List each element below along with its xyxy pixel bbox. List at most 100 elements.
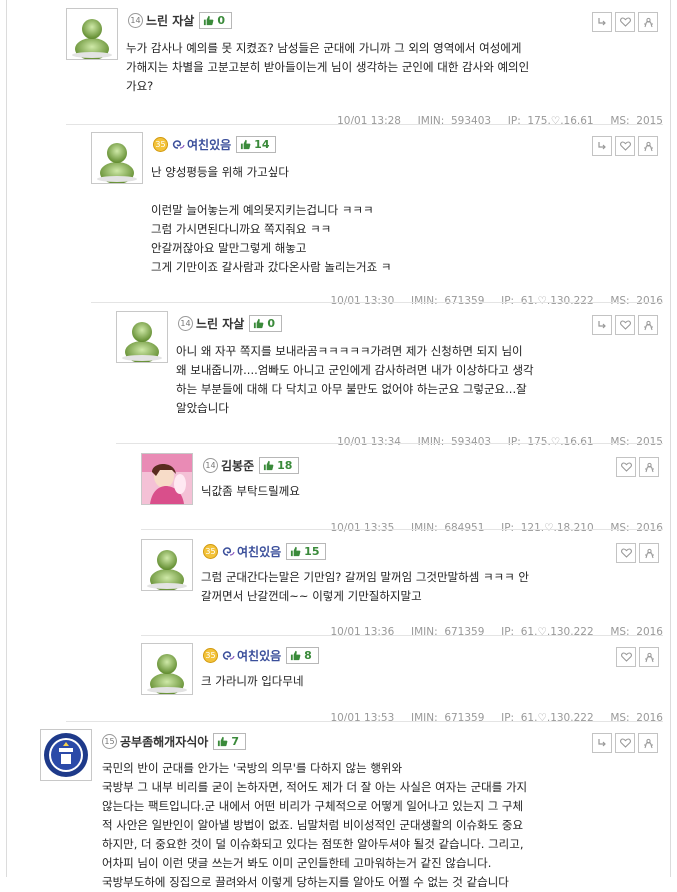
like-count: 15 — [304, 544, 320, 558]
comment: 14 느린 자살 0 아니 왜 자꾸 쪽지를 보내라곰ㅋㅋㅋㅋㅋ가려면 제가 신… — [116, 311, 669, 448]
thumbs-up-icon — [291, 650, 301, 660]
nickname[interactable]: 김봉준 — [221, 457, 254, 474]
nickname[interactable]: 여친있음 — [237, 543, 281, 560]
like-heart-button[interactable] — [615, 733, 635, 753]
avatar[interactable] — [40, 729, 92, 781]
avatar[interactable] — [66, 8, 118, 60]
reply-button[interactable] — [592, 733, 612, 753]
like-count: 8 — [304, 648, 312, 662]
heart-icon — [620, 462, 632, 472]
avatar[interactable] — [116, 311, 168, 363]
like-button[interactable]: 0 — [249, 314, 282, 332]
like-heart-button[interactable] — [616, 543, 636, 563]
comment-imin: IMIN: 671359 — [411, 295, 485, 307]
comment-date: 10/01 13:36 — [330, 626, 395, 638]
report-button[interactable] — [638, 136, 658, 156]
comment-ms: MS: 2015 — [610, 115, 663, 127]
thumbs-up-icon — [291, 546, 301, 556]
avatar[interactable] — [141, 453, 193, 505]
report-icon — [644, 652, 654, 662]
reply-icon — [598, 18, 606, 26]
university-emblem-icon — [41, 730, 91, 780]
reply-button[interactable] — [592, 12, 612, 32]
report-button[interactable] — [639, 647, 659, 667]
comment-imin: IMIN: 593403 — [417, 436, 492, 448]
nickname[interactable]: 여친있음 — [187, 136, 231, 153]
comment-ip: IP: 121.♡.18.210 — [501, 522, 594, 534]
divider — [116, 443, 663, 444]
comment-ip: IP: 175.♡.16.61 — [507, 436, 594, 448]
nickname[interactable]: 느린 자살 — [146, 12, 194, 29]
swirl-icon — [221, 646, 235, 665]
profile-photo — [142, 454, 192, 504]
divider — [141, 635, 663, 636]
comment-date: 10/01 13:35 — [330, 522, 395, 534]
comment-ms: MS: 2016 — [610, 626, 663, 638]
divider — [141, 529, 663, 530]
like-button[interactable]: 18 — [259, 456, 300, 474]
like-heart-button[interactable] — [616, 647, 636, 667]
like-button[interactable]: 0 — [199, 11, 232, 29]
thumbs-up-icon — [254, 318, 264, 328]
report-button[interactable] — [639, 543, 659, 563]
nickname[interactable]: 느린 자살 — [196, 315, 244, 332]
like-heart-button[interactable] — [616, 457, 636, 477]
like-button[interactable]: 15 — [286, 542, 327, 560]
like-heart-button[interactable] — [615, 315, 635, 335]
swirl-icon — [171, 135, 185, 154]
comment-date: 10/01 13:30 — [330, 295, 395, 307]
like-button[interactable]: 7 — [213, 732, 246, 750]
report-button[interactable] — [638, 733, 658, 753]
level-badge-icon: 15 — [102, 733, 117, 749]
level-badge-icon: 35 — [153, 136, 168, 152]
avatar[interactable] — [91, 132, 143, 184]
default-avatar-icon — [147, 654, 187, 694]
nickname[interactable]: 공부좀해개자식아 — [120, 733, 208, 750]
heart-icon — [619, 141, 631, 151]
comment-date: 10/01 13:53 — [330, 712, 395, 724]
comment: 14 김봉준 18 닉값좀 부탁드릴께요 10/01 13:35 IMIN: 6… — [141, 453, 669, 534]
avatar[interactable] — [141, 643, 193, 695]
default-avatar-icon — [97, 143, 137, 183]
report-button[interactable] — [638, 12, 658, 32]
heart-icon — [620, 652, 632, 662]
like-button[interactable]: 8 — [286, 646, 319, 664]
comment-body: 크 가라니까 입다무네 — [201, 674, 304, 688]
report-icon — [644, 548, 654, 558]
like-heart-button[interactable] — [615, 12, 635, 32]
reply-button[interactable] — [592, 315, 612, 335]
divider — [66, 124, 663, 125]
like-button[interactable]: 14 — [236, 135, 277, 153]
like-heart-button[interactable] — [615, 136, 635, 156]
reply-icon — [598, 739, 606, 747]
level-badge-icon: 14 — [178, 315, 193, 331]
comment: 14 느린 자살 0 누가 감사나 예의를 못 지켰죠? 남성들은 군대에 가니… — [66, 8, 669, 127]
report-icon — [643, 738, 653, 748]
comment-ip: IP: 61.♡.130.222 — [501, 626, 594, 638]
report-icon — [643, 320, 653, 330]
comment-imin: IMIN: 684951 — [411, 522, 485, 534]
thumbs-up-icon — [264, 460, 274, 470]
comment-body: 그럼 군대간다는말은 기만임? 갈꺼임 말꺼임 그것만말하셈 ㅋㅋㅋ 안 갈꺼면… — [201, 570, 529, 603]
default-avatar-icon — [147, 550, 187, 590]
reply-button[interactable] — [592, 136, 612, 156]
divider — [91, 302, 663, 303]
comment-ip: IP: 61.♡.130.222 — [501, 712, 594, 724]
heart-icon — [619, 738, 631, 748]
report-button[interactable] — [638, 315, 658, 335]
comment-imin: IMIN: 593403 — [417, 115, 492, 127]
comment-body: 닉값좀 부탁드릴께요 — [201, 484, 300, 498]
heart-icon — [620, 548, 632, 558]
report-icon — [643, 17, 653, 27]
comment-body: 누가 감사나 예의를 못 지켰죠? 남성들은 군대에 가니까 그 외의 영역에서… — [126, 41, 530, 93]
comment: 35 여친있음 15 그럼 군대간다는말은 기만임? 갈꺼임 말꺼임 그것만말하… — [141, 539, 669, 638]
default-avatar-icon — [122, 322, 162, 362]
swirl-icon — [221, 542, 235, 561]
report-button[interactable] — [639, 457, 659, 477]
avatar[interactable] — [141, 539, 193, 591]
like-count: 0 — [267, 316, 275, 330]
nickname[interactable]: 여친있음 — [237, 647, 281, 664]
comment-date: 10/01 13:28 — [337, 115, 401, 127]
comment-imin: IMIN: 671359 — [411, 712, 485, 724]
comment-date: 10/01 13:34 — [337, 436, 401, 448]
